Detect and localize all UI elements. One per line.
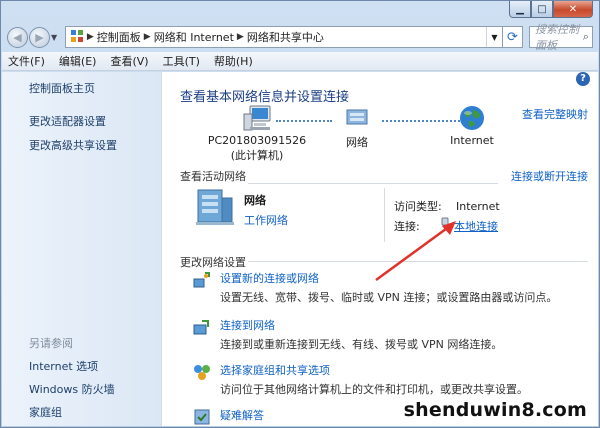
- see-also-internet-options[interactable]: Internet 选项: [29, 358, 115, 374]
- active-network: 网络 工作网络: [194, 186, 288, 228]
- change-settings-label: 更改网络设置: [180, 256, 246, 269]
- node-internet-label: Internet: [450, 134, 494, 147]
- refresh-icon[interactable]: ⟳: [503, 26, 523, 48]
- task-connect-network-title[interactable]: 连接到网络: [220, 317, 502, 333]
- active-network-type[interactable]: 工作网络: [244, 212, 288, 228]
- address-bar[interactable]: ▶ 控制面板 ▶ 网络和 Internet ▶ 网络和共享中心 ▼: [65, 26, 503, 48]
- globe-icon: [460, 106, 484, 130]
- computer-icon: [243, 105, 271, 131]
- task-connect-network: 连接到网络 连接到或重新连接到无线、有线、拨号或 VPN 网络连接。: [192, 317, 502, 352]
- homegroup-icon: [194, 365, 210, 380]
- breadcrumb-network-internet[interactable]: 网络和 Internet: [154, 29, 234, 45]
- window: ▁ □ ✕ ◀ ▶ ▼ ▶ 控制面板 ▶ 网络和 Internet ▶ 网络和共…: [0, 0, 600, 428]
- history-dropdown-icon[interactable]: ▼: [51, 33, 61, 42]
- watermark: shenduwin8.com: [403, 399, 587, 421]
- task-homegroup-title[interactable]: 选择家庭组和共享选项: [220, 362, 528, 378]
- connect-disconnect-link[interactable]: 连接或断开连接: [511, 168, 588, 184]
- task-troubleshoot: 疑难解答: [192, 407, 264, 427]
- menu-file[interactable]: 文件(F): [8, 53, 45, 69]
- network-map: PC201803091526 (此计算机) 网络 Internet: [202, 104, 522, 164]
- node-pc-name: PC201803091526: [207, 134, 307, 147]
- menu-tools[interactable]: 工具(T): [163, 53, 200, 69]
- close-button[interactable]: ✕: [553, 1, 593, 18]
- caption-buttons: ▁ □ ✕: [509, 1, 593, 18]
- forward-button[interactable]: ▶: [29, 26, 50, 48]
- search-icon[interactable]: ⌕: [580, 30, 592, 44]
- access-type-label: 访问类型:: [394, 200, 442, 213]
- see-also-section: 另请参阅 Internet 选项 Windows 防火墙 家庭组: [29, 335, 115, 427]
- full-map-link[interactable]: 查看完整映射: [522, 106, 588, 122]
- task-connect-network-desc: 连接到或重新连接到无线、有线、拨号或 VPN 网络连接。: [220, 338, 503, 351]
- node-internet[interactable]: Internet: [437, 104, 507, 147]
- content-area: 控制面板主页 更改适配器设置 更改高级共享设置 另请参阅 Internet 选项…: [2, 72, 598, 426]
- node-this-computer[interactable]: PC201803091526 (此计算机): [202, 104, 312, 163]
- section-divider: [248, 183, 498, 184]
- sidebar: 控制面板主页 更改适配器设置 更改高级共享设置 另请参阅 Internet 选项…: [2, 72, 162, 426]
- see-also-heading: 另请参阅: [29, 337, 73, 350]
- active-network-name: 网络: [244, 194, 266, 207]
- new-connection-icon: [193, 272, 210, 288]
- node-network[interactable]: 网络: [327, 104, 387, 150]
- see-also-homegroup[interactable]: 家庭组: [29, 404, 115, 420]
- search-placeholder: 搜索控制面板: [535, 23, 579, 52]
- breadcrumb-sharing-center[interactable]: 网络和共享中心: [247, 29, 324, 45]
- node-pc-sub: (此计算机): [230, 149, 284, 162]
- maximize-button[interactable]: □: [531, 1, 553, 18]
- page-title: 查看基本网络信息并设置连接: [180, 90, 350, 105]
- connect-network-icon: [193, 320, 209, 335]
- address-end: ▼: [486, 27, 502, 47]
- sidebar-control-panel-home[interactable]: 控制面板主页: [29, 80, 161, 96]
- search-input[interactable]: 搜索控制面板 ⌕: [529, 23, 593, 52]
- active-networks-label: 查看活动网络: [180, 170, 246, 183]
- menu-view[interactable]: 查看(V): [110, 53, 148, 69]
- menu-bar: 文件(F) 编辑(E) 查看(V) 工具(T) 帮助(H): [2, 52, 598, 71]
- network-bench-icon: [346, 109, 368, 125]
- sidebar-advanced-sharing[interactable]: 更改高级共享设置: [29, 137, 161, 153]
- access-type-value: Internet: [456, 199, 500, 213]
- task-troubleshoot-title[interactable]: 疑难解答: [220, 407, 264, 423]
- main-panel: ? 查看基本网络信息并设置连接 查看完整映射 PC201803091526 (此…: [162, 72, 598, 426]
- node-network-label: 网络: [346, 136, 368, 149]
- back-button[interactable]: ◀: [7, 26, 28, 48]
- forward-arrow-icon: ▶: [35, 30, 44, 44]
- breadcrumb-control-panel[interactable]: 控制面板: [97, 29, 141, 45]
- minimize-button[interactable]: ▁: [509, 1, 531, 18]
- breadcrumb-separator-icon: ▶: [84, 32, 94, 42]
- task-setup-connection-desc: 设置无线、宽带、拨号、临时或 VPN 连接；或设置路由器或访问点。: [220, 291, 558, 304]
- sidebar-change-adapter[interactable]: 更改适配器设置: [29, 113, 161, 129]
- menu-edit[interactable]: 编辑(E): [59, 53, 97, 69]
- help-icon[interactable]: ?: [576, 72, 590, 86]
- navigation-row: ◀ ▶ ▼ ▶ 控制面板 ▶ 网络和 Internet ▶ 网络和共享中心 ▼ …: [7, 23, 593, 52]
- address-dropdown-icon[interactable]: ▼: [486, 27, 502, 47]
- red-arrow-annotation: [375, 221, 456, 282]
- breadcrumb-separator-icon[interactable]: ▶: [144, 32, 151, 42]
- troubleshoot-icon: [194, 409, 210, 425]
- breadcrumb-separator-icon[interactable]: ▶: [237, 32, 244, 42]
- task-homegroup: 选择家庭组和共享选项 访问位于其他网络计算机上的文件和打印机，或更改共享设置。: [192, 362, 528, 397]
- menu-help[interactable]: 帮助(H): [214, 53, 253, 69]
- network-building-icon: [196, 189, 234, 225]
- see-also-firewall[interactable]: Windows 防火墙: [29, 381, 115, 397]
- back-arrow-icon: ◀: [13, 30, 22, 44]
- control-panel-icon: [70, 29, 84, 46]
- task-homegroup-desc: 访问位于其他网络计算机上的文件和打印机，或更改共享设置。: [220, 383, 528, 396]
